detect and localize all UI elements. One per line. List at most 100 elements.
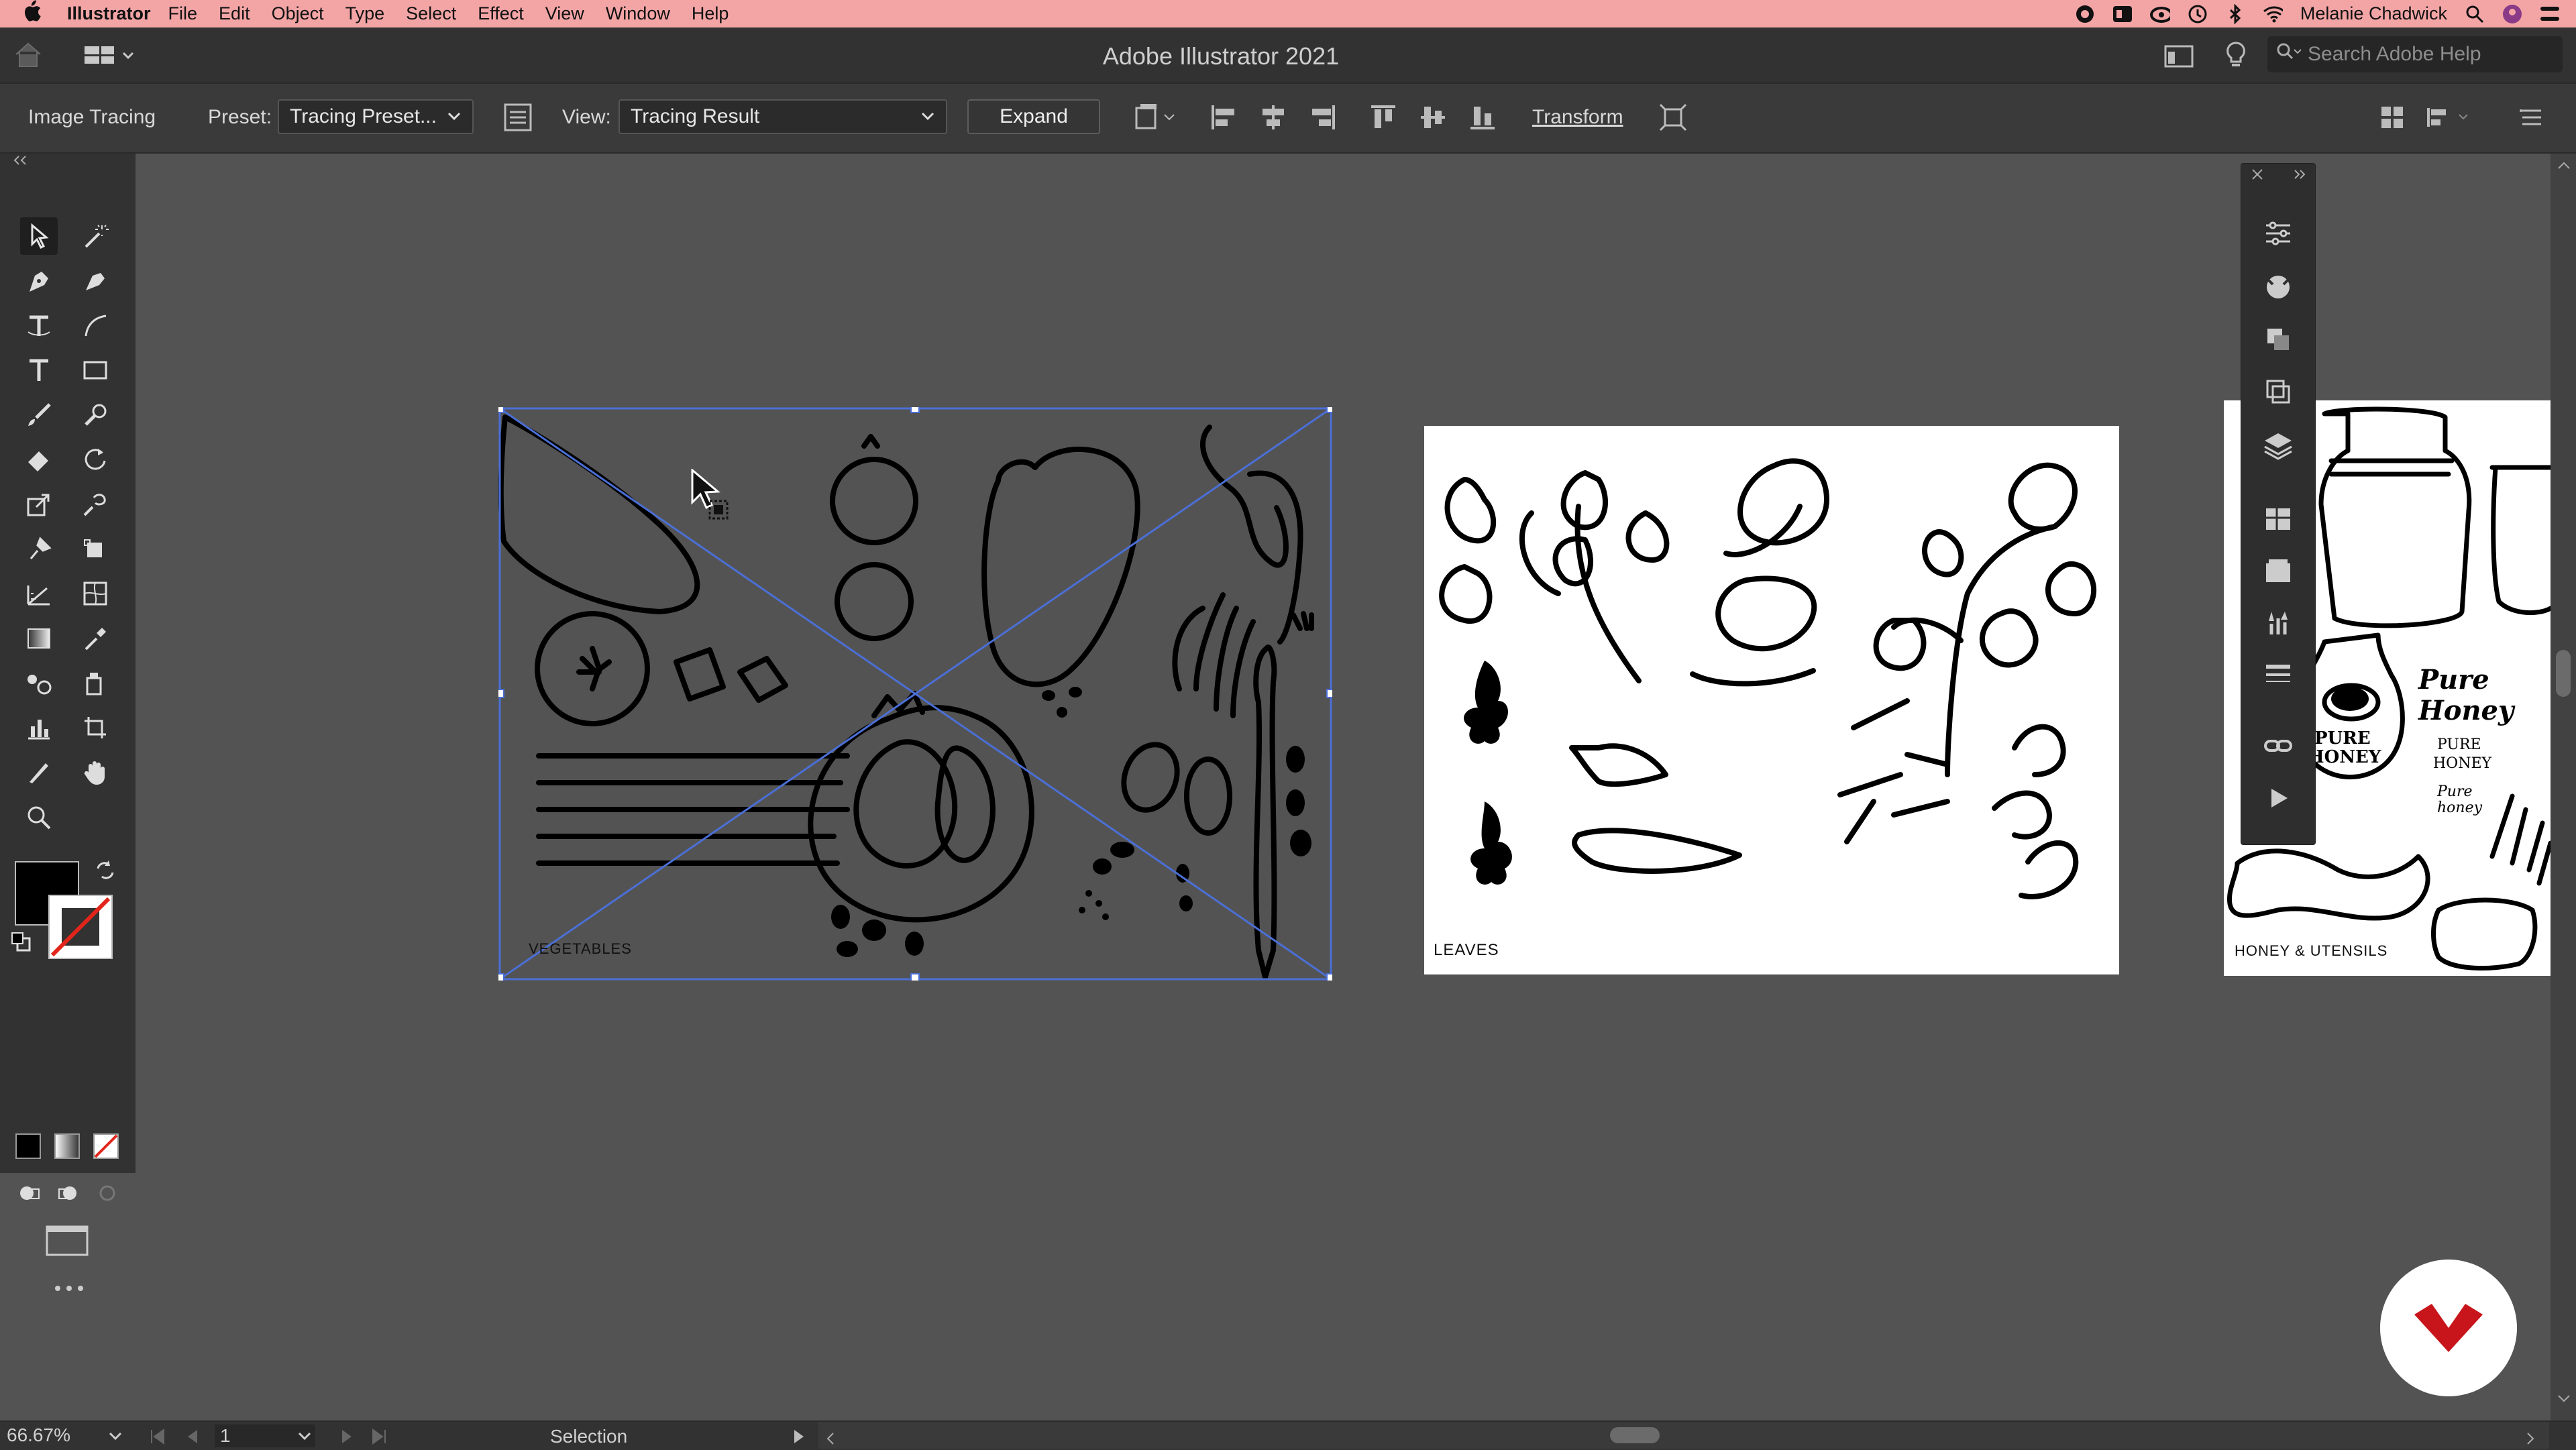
gradient-tool-icon[interactable] [20,620,58,657]
vertical-scrollbar[interactable] [2551,154,2576,1420]
blend-tool-icon[interactable] [20,665,58,702]
symbol-sprayer-tool-icon[interactable] [76,665,114,702]
bluetooth-icon[interactable] [2225,3,2245,24]
transform-panel-icon[interactable] [2258,372,2298,412]
links-icon[interactable] [2258,726,2298,766]
align-to-icon[interactable] [1134,103,1181,132]
menu-help[interactable]: Help [692,3,729,24]
align-bottom-icon[interactable] [1468,103,1497,132]
menu-window[interactable]: Window [606,3,670,24]
app-menu-illustrator[interactable]: Illustrator [67,3,151,24]
free-transform-tool-icon[interactable] [76,531,114,568]
menu-edit[interactable]: Edit [219,3,250,24]
paintbrush-tool-icon[interactable] [20,396,58,434]
brushes-icon[interactable] [2258,602,2298,643]
curvature-tool-icon[interactable] [76,262,114,300]
color-mode-icon[interactable] [15,1133,42,1163]
previous-artboard-icon[interactable] [186,1428,200,1449]
search-adobe-help-field[interactable]: Search Adobe Help [2267,36,2563,72]
user-icon[interactable] [2502,4,2522,24]
vertical-scrollbar-thumb[interactable] [2556,650,2571,697]
arrange-panel-icon[interactable] [2423,103,2477,132]
properties-icon[interactable] [2258,213,2298,254]
draw-normal-icon[interactable] [16,1180,43,1210]
swap-fill-stroke-icon[interactable] [94,859,117,885]
creative-cloud-icon[interactable] [2149,4,2170,24]
pen-tool-icon[interactable] [20,262,58,300]
eraser-tool-icon[interactable] [20,441,58,478]
warp-tool-icon[interactable] [76,486,114,523]
eyedropper-tool-icon[interactable] [76,620,114,657]
scale-tool-icon[interactable] [20,486,58,523]
align-top-icon[interactable] [1368,103,1398,132]
mesh-tool-icon[interactable] [76,575,114,612]
menu-effect[interactable]: Effect [478,3,524,24]
column-graph-tool-icon[interactable] [20,709,58,746]
time-machine-icon[interactable] [2188,4,2208,24]
last-artboard-icon[interactable] [370,1428,388,1449]
next-artboard-icon[interactable] [339,1428,353,1449]
record-icon[interactable] [2075,4,2095,24]
artboard-vegetables[interactable]: VEGETABLES [498,407,1332,981]
close-panel-icon[interactable] [2251,168,2264,184]
collapse-panel-icon[interactable] [9,154,30,170]
display-icon[interactable] [2112,4,2133,24]
menu-file[interactable]: File [168,3,198,24]
menu-type[interactable]: Type [345,3,385,24]
layers-icon[interactable] [2258,425,2298,465]
chevron-down-icon[interactable] [107,1427,123,1449]
swatches-icon[interactable] [2258,499,2298,539]
align-horizontal-center-icon[interactable] [1258,103,1288,132]
document-canvas[interactable]: VEGETABLES LEAVES Pure Honey PURE HONEY … [136,154,2551,1421]
first-artboard-icon[interactable] [149,1428,166,1449]
image-trace-panel-icon[interactable] [2258,267,2298,307]
arc-tool-icon[interactable] [76,306,114,344]
slice-tool-icon[interactable] [20,754,58,791]
type-on-path-tool-icon[interactable] [20,306,58,344]
rectangle-tool-icon[interactable] [76,351,114,389]
isolate-object-icon[interactable] [1658,103,1688,132]
type-tool-icon[interactable] [20,351,58,389]
scroll-left-arrow-icon[interactable] [825,1429,835,1450]
view-dropdown[interactable]: Tracing Result [619,99,947,134]
expand-button[interactable]: Expand [967,99,1100,134]
magic-wand-tool-icon[interactable] [76,217,114,255]
hand-tool-icon[interactable] [76,754,114,791]
puppet-warp-tool-icon[interactable] [20,531,58,568]
default-fill-stroke-icon[interactable] [11,932,34,958]
none-mode-icon[interactable] [93,1133,119,1163]
libraries-icon[interactable] [2258,551,2298,592]
scroll-down-arrow-icon[interactable] [2557,1394,2571,1407]
stroke-panel-icon[interactable] [2258,653,2298,693]
search-icon[interactable] [2465,4,2485,24]
properties-panel-icon[interactable] [2377,103,2407,132]
wifi-icon[interactable] [2263,4,2283,24]
artboard-number-chevron-icon[interactable] [297,1427,313,1449]
user-name[interactable]: Melanie Chadwick [2300,3,2447,24]
menu-select[interactable]: Select [406,3,456,24]
preset-dropdown[interactable]: Tracing Preset... [278,99,474,134]
draw-behind-icon[interactable] [55,1180,82,1210]
menu-object[interactable]: Object [272,3,324,24]
rotate-tool-icon[interactable] [76,441,114,478]
edit-toolbar-more-icon[interactable] [52,1284,86,1296]
pathfinder-icon[interactable] [2258,319,2298,359]
discover-lightbulb-icon[interactable] [2224,41,2247,74]
horizontal-scrollbar-thumb[interactable] [1610,1427,1660,1443]
scroll-right-arrow-icon[interactable] [2526,1429,2536,1450]
tracing-options-icon[interactable] [503,103,533,132]
align-vertical-center-icon[interactable] [1418,103,1448,132]
status-menu-arrow-icon[interactable] [792,1428,805,1449]
gradient-mode-icon[interactable] [54,1133,80,1163]
artboard-leaves[interactable]: LEAVES [1424,426,2119,974]
shape-builder-tool-icon[interactable] [20,575,58,612]
horizontal-scrollbar[interactable] [818,1422,2549,1449]
transform-link[interactable]: Transform [1532,106,1623,129]
stroke-swatch-none[interactable] [48,895,113,959]
align-left-icon[interactable] [1209,103,1238,132]
expand-panel-icon[interactable] [2292,168,2307,184]
actions-play-icon[interactable] [2258,778,2298,818]
panel-menu-icon[interactable] [2517,103,2546,132]
arrange-documents-icon[interactable] [2164,45,2194,71]
current-tool-label[interactable]: Selection [550,1426,627,1447]
